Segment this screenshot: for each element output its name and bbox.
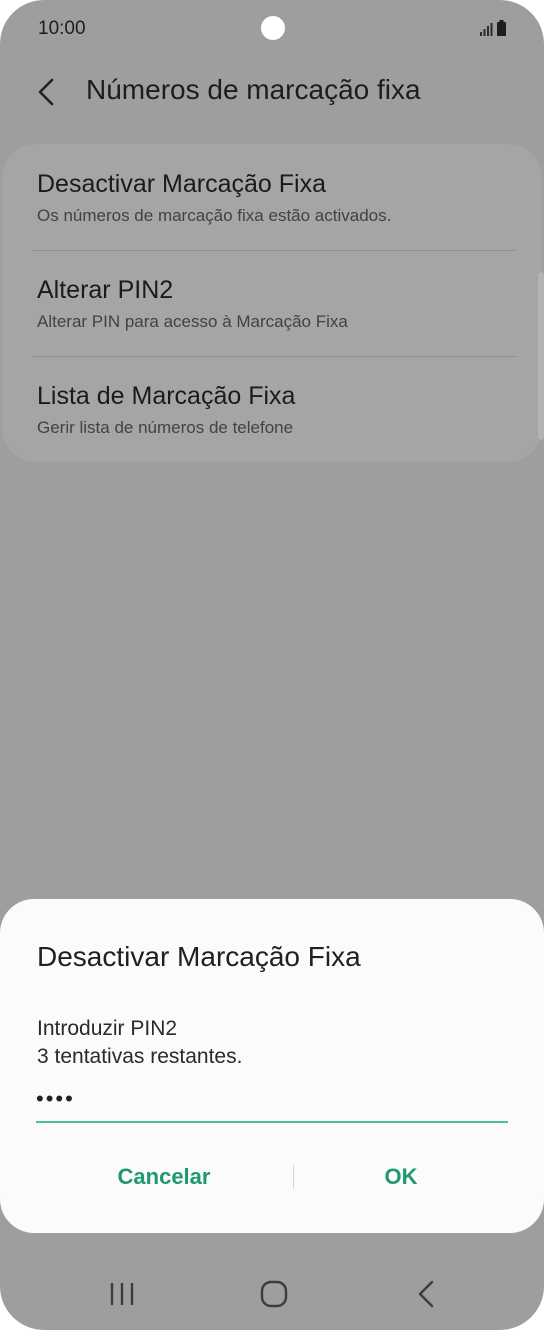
dialog-message-attempts: 3 tentativas restantes. <box>37 1045 243 1068</box>
setting-item-title: Lista de Marcação Fixa <box>37 382 296 410</box>
home-icon <box>260 1280 288 1308</box>
pin2-dialog: Desactivar Marcação Fixa Introduzir PIN2… <box>0 899 544 1233</box>
nav-back-button[interactable] <box>406 1276 446 1312</box>
recent-apps-icon <box>110 1283 134 1305</box>
status-bar: 10:00 <box>0 0 544 60</box>
cancel-button[interactable]: Cancelar <box>64 1157 264 1197</box>
setting-item-fdn-list[interactable]: Lista de Marcação Fixa Gerir lista de nú… <box>2 356 542 462</box>
dialog-title: Desactivar Marcação Fixa <box>37 941 361 972</box>
front-camera-cutout <box>261 16 285 40</box>
recent-apps-button[interactable] <box>102 1276 142 1312</box>
signal-icon <box>480 23 493 36</box>
setting-item-title: Alterar PIN2 <box>37 276 174 304</box>
page-title: Números de marcação fixa <box>86 74 421 105</box>
setting-item-change-pin2[interactable]: Alterar PIN2 Alterar PIN para acesso à M… <box>2 250 542 356</box>
setting-item-disable-fdn[interactable]: Desactivar Marcação Fixa Os números de m… <box>2 144 542 250</box>
status-time: 10:00 <box>38 18 86 39</box>
app-header: Números de marcação fixa <box>0 60 544 124</box>
dialog-message-instruction: Introduzir PIN2 <box>37 1017 178 1040</box>
setting-item-subtitle: Alterar PIN para acesso à Marcação Fixa <box>37 312 348 331</box>
ok-button[interactable]: OK <box>301 1157 501 1197</box>
scroll-indicator[interactable] <box>538 272 544 440</box>
navigation-bar <box>0 1262 544 1326</box>
pin2-input[interactable] <box>36 1077 508 1123</box>
button-divider <box>293 1165 294 1189</box>
home-button[interactable] <box>254 1276 294 1312</box>
phone-screen: 10:00 Números de marcação fixa Desactiva… <box>0 0 544 1330</box>
status-icons <box>479 20 506 36</box>
back-icon <box>418 1280 434 1308</box>
setting-item-subtitle: Os números de marcação fixa estão activa… <box>37 206 392 225</box>
settings-list: Desactivar Marcação Fixa Os números de m… <box>2 144 542 462</box>
setting-item-title: Desactivar Marcação Fixa <box>37 170 326 198</box>
battery-icon <box>497 20 506 36</box>
setting-item-subtitle: Gerir lista de números de telefone <box>37 418 294 437</box>
back-arrow-icon[interactable] <box>30 72 64 112</box>
